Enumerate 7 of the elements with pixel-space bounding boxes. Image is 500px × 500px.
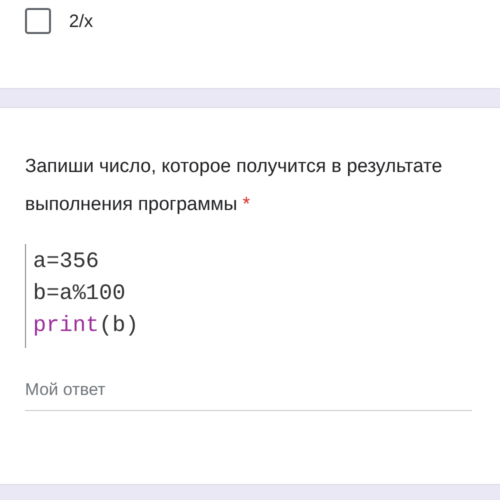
- code-line: a=356: [33, 248, 100, 276]
- option-label: 2/x: [69, 10, 94, 32]
- checkbox[interactable]: [25, 8, 51, 34]
- answer-field[interactable]: Мой ответ: [25, 374, 472, 411]
- code-line: b=a%100: [33, 280, 126, 308]
- code-line: print(b): [33, 312, 139, 340]
- question-title: Запиши число, которое получится в результате выполнения программы *: [25, 155, 444, 217]
